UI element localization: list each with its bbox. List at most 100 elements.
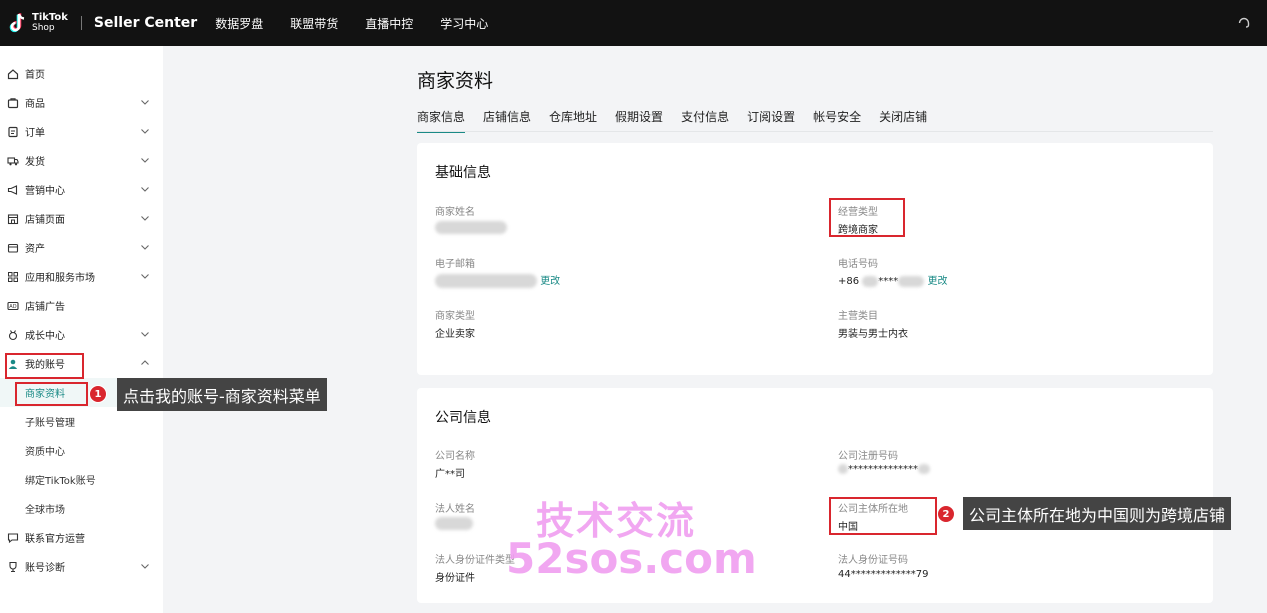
sidebar-subitem-label: 全球市场 — [25, 505, 65, 516]
logo-text: TikTok Shop — [32, 12, 68, 34]
chevron-down-icon — [140, 184, 150, 194]
sidebar-item-store-ads[interactable]: AD 店铺广告 — [0, 291, 163, 320]
sidebar-subitem-sub-accounts[interactable]: 子账号管理 — [0, 407, 163, 436]
main-category-label: 主营类目 — [838, 311, 878, 322]
tab-warehouse[interactable]: 仓库地址 — [549, 108, 597, 130]
email-value: 更改 — [435, 272, 560, 288]
merchant-name-label: 商家姓名 — [435, 207, 475, 218]
chevron-down-icon — [140, 155, 150, 165]
sidebar-item-label: 资产 — [25, 244, 45, 255]
sidebar-item-orders[interactable]: 订单 — [0, 117, 163, 146]
company-reg-label: 公司注册号码 — [838, 451, 898, 462]
sidebar-subitem-label: 绑定TikTok账号 — [25, 476, 96, 487]
id-number-value: 44*************79 — [838, 569, 929, 580]
merchant-type-label: 商家类型 — [435, 311, 475, 322]
sidebar-item-app-market[interactable]: 应用和服务市场 — [0, 262, 163, 291]
sidebar-item-assets[interactable]: 资产 — [0, 233, 163, 262]
highlight-merchant-profile — [15, 382, 88, 406]
company-name-value: 广**司 — [435, 469, 465, 480]
sidebar-subitem-global-market[interactable]: 全球市场 — [0, 494, 163, 523]
highlight-biz-type — [829, 198, 905, 237]
main-category-value: 男装与男士内衣 — [838, 329, 908, 340]
chevron-down-icon — [140, 213, 150, 223]
tiktok-shop-logo[interactable]: TikTok Shop — [8, 0, 68, 46]
phone-mask: **** — [878, 276, 899, 287]
brand-title: Seller Center — [93, 15, 198, 31]
sidebar-item-diagnosis[interactable]: 账号诊断 — [0, 552, 163, 581]
sidebar-item-label: 发货 — [25, 157, 45, 168]
tab-holiday[interactable]: 假期设置 — [615, 108, 663, 130]
tab-close-store[interactable]: 关闭店铺 — [879, 108, 927, 130]
sidebar-item-marketing[interactable]: 营销中心 — [0, 175, 163, 204]
sidebar-subitem-label: 子账号管理 — [25, 418, 75, 429]
logo-text-top: TikTok — [32, 12, 68, 23]
merchant-name-value — [435, 221, 507, 234]
highlight-company-location — [829, 497, 937, 535]
medal-icon — [7, 329, 19, 341]
legal-name-label: 法人姓名 — [435, 504, 475, 515]
chevron-down-icon — [140, 242, 150, 252]
store-icon — [7, 213, 19, 225]
step-badge-1: 1 — [89, 385, 107, 403]
tab-store-info[interactable]: 店铺信息 — [483, 108, 531, 130]
order-icon — [7, 126, 19, 138]
company-name-label: 公司名称 — [435, 451, 475, 462]
nav-learning-center[interactable]: 学习中心 — [440, 15, 488, 32]
sidebar-item-home[interactable]: 首页 — [0, 59, 163, 88]
chevron-down-icon — [140, 561, 150, 571]
sidebar-item-label: 成长中心 — [25, 331, 65, 342]
tab-divider — [417, 131, 1213, 132]
sidebar-item-growth[interactable]: 成长中心 — [0, 320, 163, 349]
chat-icon — [7, 532, 19, 544]
tab-payment[interactable]: 支付信息 — [681, 108, 729, 130]
phone-edit-link[interactable]: 更改 — [927, 276, 947, 287]
sidebar-item-shipping[interactable]: 发货 — [0, 146, 163, 175]
sidebar-item-store-page[interactable]: 店铺页面 — [0, 204, 163, 233]
chevron-down-icon — [140, 126, 150, 136]
nav-data-compass[interactable]: 数据罗盘 — [215, 15, 263, 32]
chevron-down-icon — [140, 97, 150, 107]
chevron-down-icon — [140, 271, 150, 281]
apps-icon — [7, 271, 19, 283]
trophy-icon — [7, 561, 19, 573]
home-icon — [7, 68, 19, 80]
sidebar-subitem-label: 资质中心 — [25, 447, 65, 458]
sidebar-subitem-qualification[interactable]: 资质中心 — [0, 436, 163, 465]
company-reg-value: ************** — [838, 464, 930, 475]
watermark-line2: 52sos.com — [506, 534, 757, 583]
company-info-title: 公司信息 — [435, 410, 491, 426]
tab-merchant-info[interactable]: 商家信息 — [417, 108, 466, 133]
basic-info-title: 基础信息 — [435, 165, 491, 181]
profile-tabs: 商家信息 店铺信息 仓库地址 假期设置 支付信息 订阅设置 帐号安全 关闭店铺 — [417, 108, 945, 133]
chevron-up-icon — [140, 358, 150, 368]
product-icon — [7, 97, 19, 109]
sidebar-item-label: 首页 — [25, 70, 45, 81]
tiktok-logo-icon — [8, 12, 28, 34]
callout-step-2: 公司主体所在地为中国则为跨境店铺 — [963, 497, 1232, 530]
sidebar-item-products[interactable]: 商品 — [0, 88, 163, 117]
sidebar-item-label: 账号诊断 — [25, 563, 65, 574]
step-badge-2: 2 — [937, 505, 955, 523]
phone-prefix: +86 — [838, 276, 860, 287]
headset-icon[interactable] — [1237, 15, 1251, 29]
sidebar-item-label: 商品 — [25, 99, 45, 110]
tab-subscription[interactable]: 订阅设置 — [747, 108, 795, 130]
sidebar-subitem-bind-tiktok[interactable]: 绑定TikTok账号 — [0, 465, 163, 494]
basic-info-card: 基础信息 商家姓名 经营类型 跨境商家 电子邮箱 更改 电话号码 +86 ***… — [417, 143, 1213, 375]
logo-text-bottom: Shop — [32, 23, 55, 33]
megaphone-icon — [7, 184, 19, 196]
id-type-value: 身份证件 — [435, 573, 475, 584]
sidebar-item-label: 店铺广告 — [25, 302, 65, 313]
ad-icon: AD — [7, 300, 19, 312]
tab-account-security[interactable]: 帐号安全 — [813, 108, 861, 130]
nav-affiliate[interactable]: 联盟带货 — [290, 15, 338, 32]
callout-step-1: 点击我的账号-商家资料菜单 — [117, 378, 327, 411]
nav-live-console[interactable]: 直播中控 — [365, 15, 413, 32]
email-edit-link[interactable]: 更改 — [540, 276, 560, 287]
highlight-my-account — [5, 353, 84, 379]
sidebar: 首页 商品 订单 发货 营销中心 店铺页面 资产 应用和服务市场 AD 店铺广告 — [0, 46, 163, 613]
sidebar-item-label: 订单 — [25, 128, 45, 139]
topbar-divider — [80, 16, 82, 30]
merchant-type-value: 企业卖家 — [435, 329, 475, 340]
sidebar-item-contact-ops[interactable]: 联系官方运营 — [0, 523, 163, 552]
